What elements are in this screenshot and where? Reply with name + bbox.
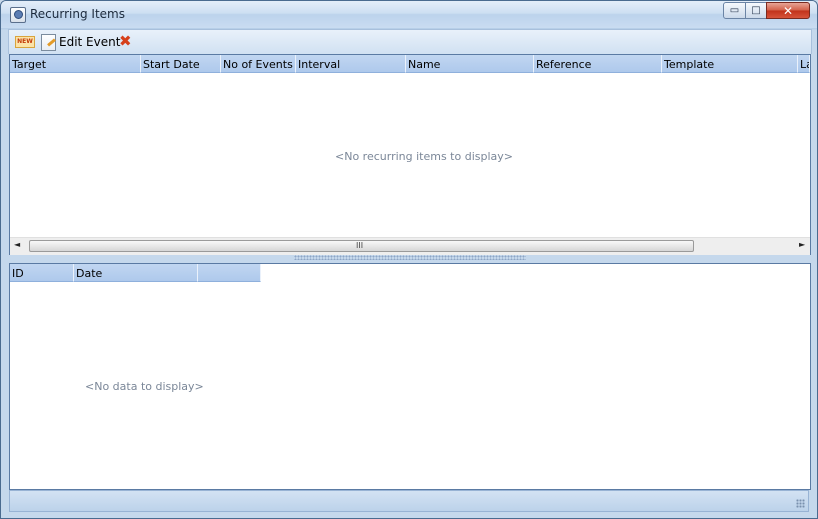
maximize-button[interactable]: □	[745, 2, 767, 19]
app-icon	[10, 7, 26, 23]
status-bar	[9, 490, 809, 512]
recurring-grid-header: Target Start Date No of Events Interval …	[10, 55, 810, 73]
minimize-button[interactable]: ▭	[723, 2, 746, 19]
edit-event-button[interactable]: Edit Event	[59, 35, 120, 49]
resize-grip-icon[interactable]	[796, 499, 805, 508]
scroll-left-icon[interactable]: ◄	[14, 240, 20, 249]
column-header-id[interactable]: ID	[10, 264, 74, 282]
column-header-target[interactable]: Target	[10, 55, 141, 73]
recurring-empty-message: <No recurring items to display>	[335, 150, 513, 163]
edit-event-icon[interactable]	[41, 34, 56, 51]
maximize-icon: □	[751, 5, 761, 16]
scroll-thumb[interactable]: III	[29, 240, 694, 252]
recurring-items-window: Recurring Items ▭ □ ✕ NEW Edit Event ✖ T…	[0, 0, 818, 519]
column-header-no-of-events[interactable]: No of Events	[221, 55, 296, 73]
details-grid[interactable]: ID Date <No data to display>	[9, 263, 811, 490]
new-item-button[interactable]: NEW	[15, 36, 35, 48]
delete-icon[interactable]: ✖	[119, 32, 132, 50]
close-icon: ✕	[782, 3, 794, 18]
column-header-template[interactable]: Template	[662, 55, 798, 73]
details-empty-message: <No data to display>	[85, 380, 204, 393]
horizontal-scrollbar[interactable]: ◄ III ►	[10, 237, 810, 255]
column-header-name[interactable]: Name	[406, 55, 534, 73]
column-header-start-date[interactable]: Start Date	[141, 55, 221, 73]
close-button[interactable]: ✕	[766, 2, 810, 19]
window-title: Recurring Items	[30, 7, 125, 21]
column-header-date[interactable]: Date	[74, 264, 198, 282]
scroll-right-icon[interactable]: ►	[799, 240, 805, 249]
details-grid-header: ID Date	[10, 264, 810, 282]
scroll-grip-icon: III	[356, 241, 364, 250]
toolbar: NEW Edit Event ✖	[8, 29, 812, 54]
minimize-icon: ▭	[729, 5, 740, 16]
title-bar[interactable]: Recurring Items ▭ □ ✕	[1, 1, 817, 28]
recurring-items-grid[interactable]: Target Start Date No of Events Interval …	[9, 54, 811, 255]
panel-splitter[interactable]	[294, 255, 526, 260]
column-header-la[interactable]: La	[798, 55, 810, 73]
column-header-reference[interactable]: Reference	[534, 55, 662, 73]
column-header-extra[interactable]	[198, 264, 261, 282]
column-header-interval[interactable]: Interval	[296, 55, 406, 73]
